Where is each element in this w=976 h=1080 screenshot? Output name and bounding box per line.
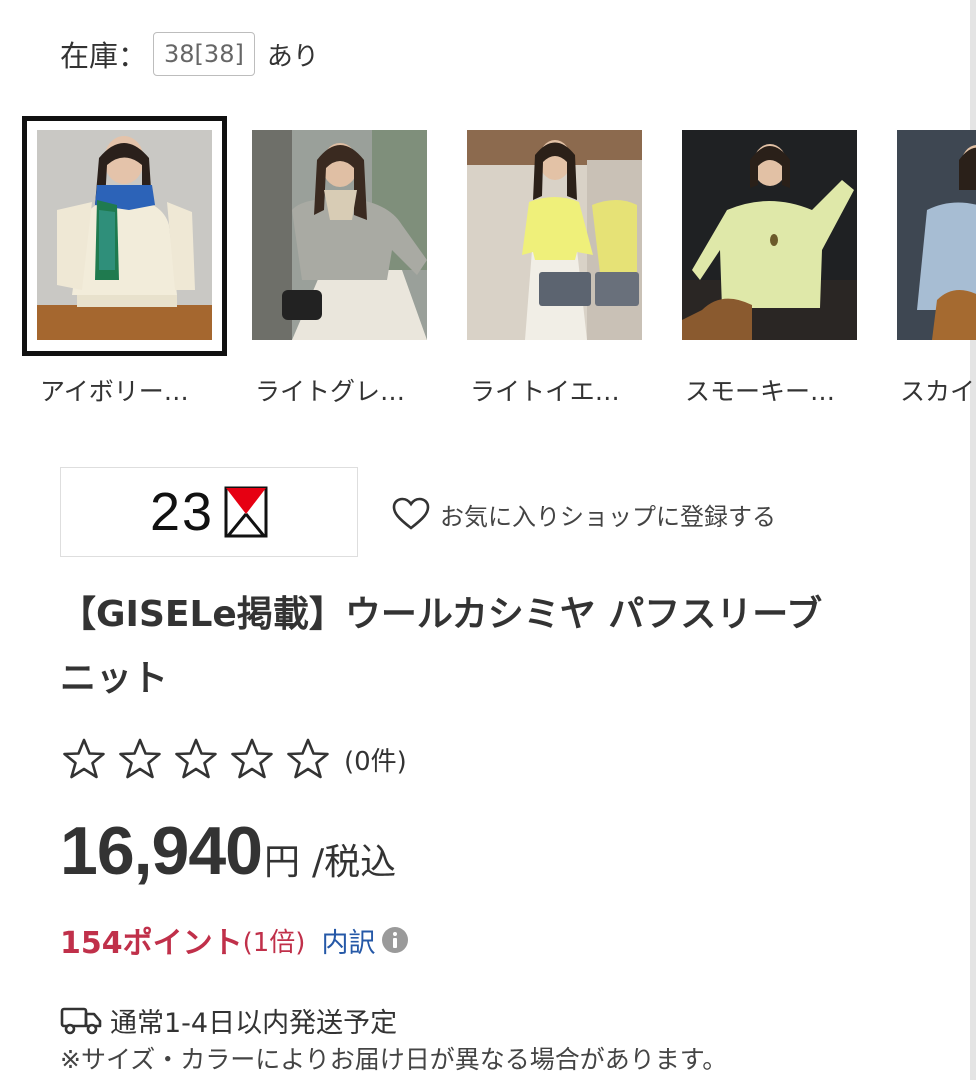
favorite-shop-label: お気に入りショップに登録する [440,502,776,531]
star-icon [287,738,329,779]
price-amount: 16,940 [60,813,263,889]
shipping-estimate: 通常1-4日以内発送予定 [110,1007,398,1039]
product-title-line1: 【GISELe掲載】ウールカシミヤ パフスリーブ [60,594,823,635]
stock-label: 在庫： [60,39,148,73]
swatch-name: スカイ [900,377,976,406]
shipping-note: ※サイズ・カラーによりお届け日が異なる場合があります。 [60,1045,728,1074]
price-currency: 円 [263,842,300,883]
swatch-name: スモーキー… [685,377,836,406]
price-tax-label: /税込 [312,842,397,883]
stock-row: 在庫： 38[38] あり [60,30,319,78]
swatch-name: ライトグレ… [255,377,406,406]
brand-logo[interactable]: 23 [60,467,358,557]
brand-logo-mark [224,486,268,538]
swatch-thumbnail[interactable] [682,130,857,340]
price-row: 16,940 円 /税込 [60,812,396,892]
color-swatch-list: アイボリー… ライトグレ… ライトイエ… スモーキー… スカイ [22,116,976,416]
info-icon[interactable] [381,926,409,954]
swatch-thumbnail[interactable] [897,130,976,340]
swatch-thumbnail[interactable] [252,130,427,340]
shipping-row: 通常1-4日以内発送予定 [60,1000,397,1040]
favorite-shop-button[interactable]: お気に入りショップに登録する [392,494,776,534]
review-count[interactable]: (0件) [344,741,407,778]
swatch-name: ライトイエ… [470,377,620,406]
heart-icon [392,497,430,530]
swatch-thumbnail[interactable] [37,130,212,340]
star-icon [63,738,105,779]
swatch-thumbnail[interactable] [467,130,642,340]
rating-row[interactable]: (0件) [62,734,407,784]
points-value: 154ポイント [60,926,243,961]
star-icon [175,738,217,779]
points-multiplier: (1倍) [242,927,306,958]
brand-logo-text: 23 [149,482,215,542]
points-row: 154ポイント (1倍) 内訳 [60,918,409,962]
product-title: 【GISELe掲載】ウールカシミヤ パフスリーブ ニット [60,583,900,711]
stock-count-box: 38[38] [153,32,255,76]
swatch-name: アイボリー… [40,377,189,406]
star-icon [231,738,273,779]
product-title-line2: ニット [60,658,169,699]
truck-icon [60,1007,102,1035]
points-breakdown-link[interactable]: 内訳 [321,921,375,960]
star-icon [119,738,161,779]
stock-suffix: あり [266,41,319,72]
